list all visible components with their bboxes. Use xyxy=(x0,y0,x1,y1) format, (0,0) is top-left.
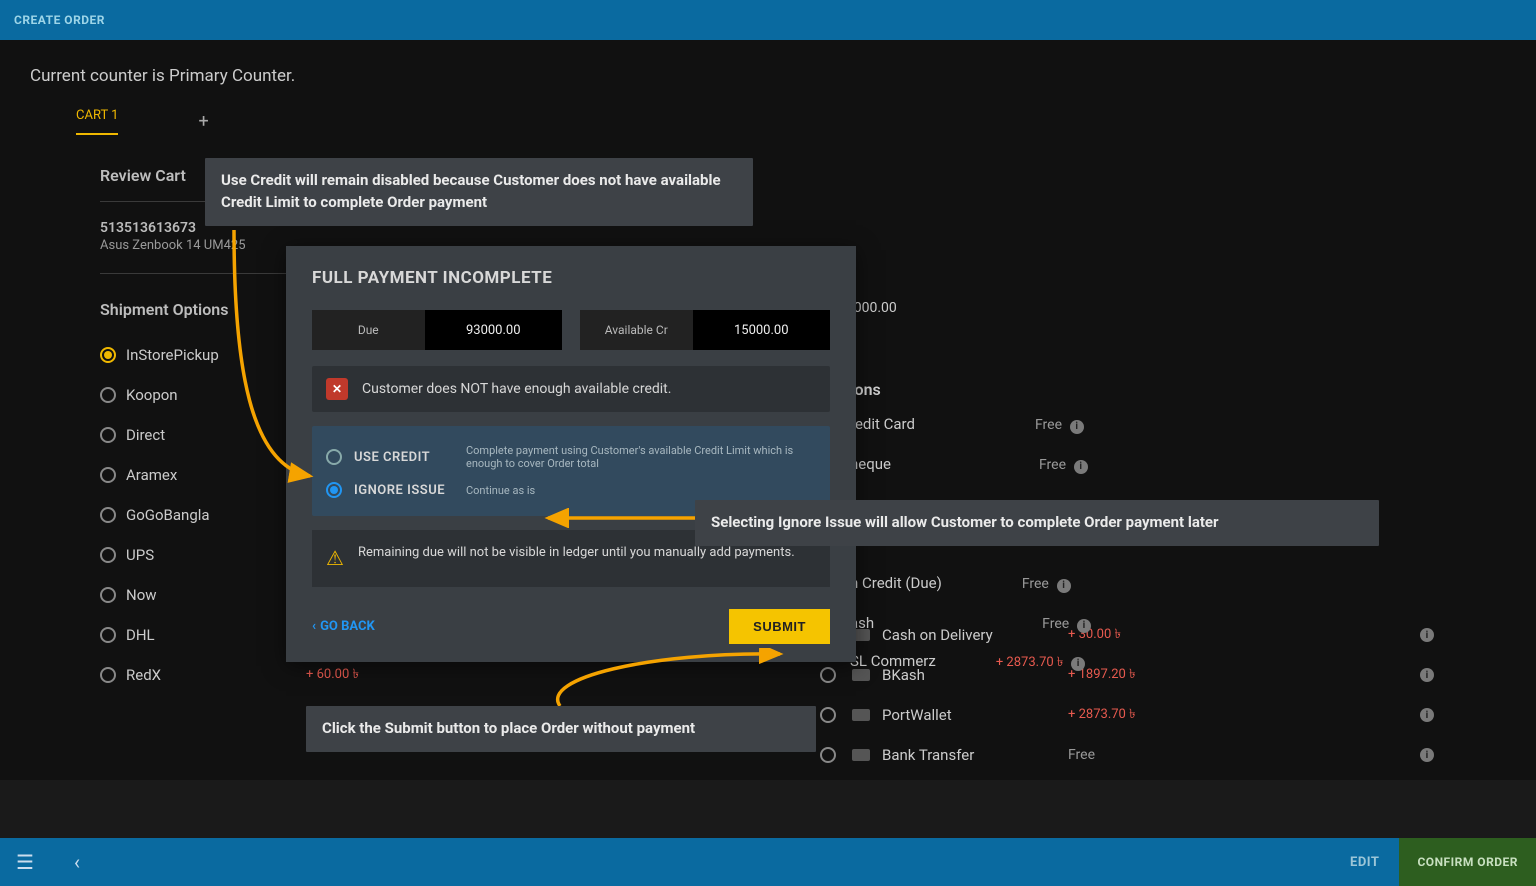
credit-error-alert: ✕ Customer does NOT have enough availabl… xyxy=(312,366,830,412)
radio-icon xyxy=(326,449,342,465)
tab-cart-1[interactable]: CART 1 xyxy=(76,108,118,135)
info-icon[interactable]: i xyxy=(1420,668,1434,682)
bottom-bar: ☰ ‹ EDIT CONFIRM ORDER xyxy=(0,838,1536,886)
pay-cheque-fragment[interactable]: hequeFree i xyxy=(850,455,1088,474)
pay-ssl-fragment[interactable]: SL Commerz+ 2873.70 ৳ i xyxy=(850,652,1085,674)
warning-icon: ⚠ xyxy=(326,544,344,573)
top-bar: CREATE ORDER xyxy=(0,0,1536,40)
card-icon xyxy=(852,709,870,721)
counter-info: Current counter is Primary Counter. xyxy=(30,66,1508,86)
option-use-credit[interactable]: USE CREDIT Complete payment using Custom… xyxy=(326,438,816,476)
pay-banktransfer[interactable]: Bank TransferFreei xyxy=(820,735,1436,775)
menu-icon[interactable]: ☰ xyxy=(16,850,34,874)
page-title: CREATE ORDER xyxy=(14,13,105,27)
due-box: Due 93000.00 xyxy=(312,310,562,350)
error-icon: ✕ xyxy=(326,378,348,400)
product-name: Asus Zenbook 14 UM425 xyxy=(100,238,246,253)
pay-creditcard-fragment[interactable]: redit CardFree i xyxy=(850,415,1084,434)
info-icon[interactable]: i xyxy=(1420,708,1434,722)
callout-submit: Click the Submit button to place Order w… xyxy=(306,706,816,752)
info-icon[interactable]: i xyxy=(1420,628,1434,642)
back-icon[interactable]: ‹ xyxy=(74,850,80,874)
add-cart-icon[interactable]: + xyxy=(198,111,208,132)
page-body: Current counter is Primary Counter. CART… xyxy=(0,40,1536,780)
submit-button[interactable]: SUBMIT xyxy=(729,609,830,644)
callout-use-credit: Use Credit will remain disabled because … xyxy=(205,158,753,226)
go-back-button[interactable]: ‹ GO BACK xyxy=(312,619,375,634)
pay-cash-fragment[interactable]: ashFree i xyxy=(850,614,1091,633)
radio-icon xyxy=(326,482,342,498)
info-icon[interactable]: i xyxy=(1420,748,1434,762)
callout-ignore-issue: Selecting Ignore Issue will allow Custom… xyxy=(695,500,1379,546)
confirm-order-button[interactable]: CONFIRM ORDER xyxy=(1399,838,1536,886)
pay-portwallet[interactable]: PortWallet+ 2873.70 ৳i xyxy=(820,695,1436,735)
modal-title: FULL PAYMENT INCOMPLETE xyxy=(312,268,830,288)
cart-tabs: CART 1 + xyxy=(28,108,1508,135)
chevron-left-icon: ‹ xyxy=(312,619,316,634)
edit-button[interactable]: EDIT xyxy=(1330,855,1399,870)
card-icon xyxy=(852,749,870,761)
available-credit-box: Available Cr 15000.00 xyxy=(580,310,830,350)
payment-incomplete-modal: FULL PAYMENT INCOMPLETE Due 93000.00 Ava… xyxy=(286,246,856,662)
pay-credit-due-fragment[interactable]: n Credit (Due)Free i xyxy=(850,574,1071,593)
